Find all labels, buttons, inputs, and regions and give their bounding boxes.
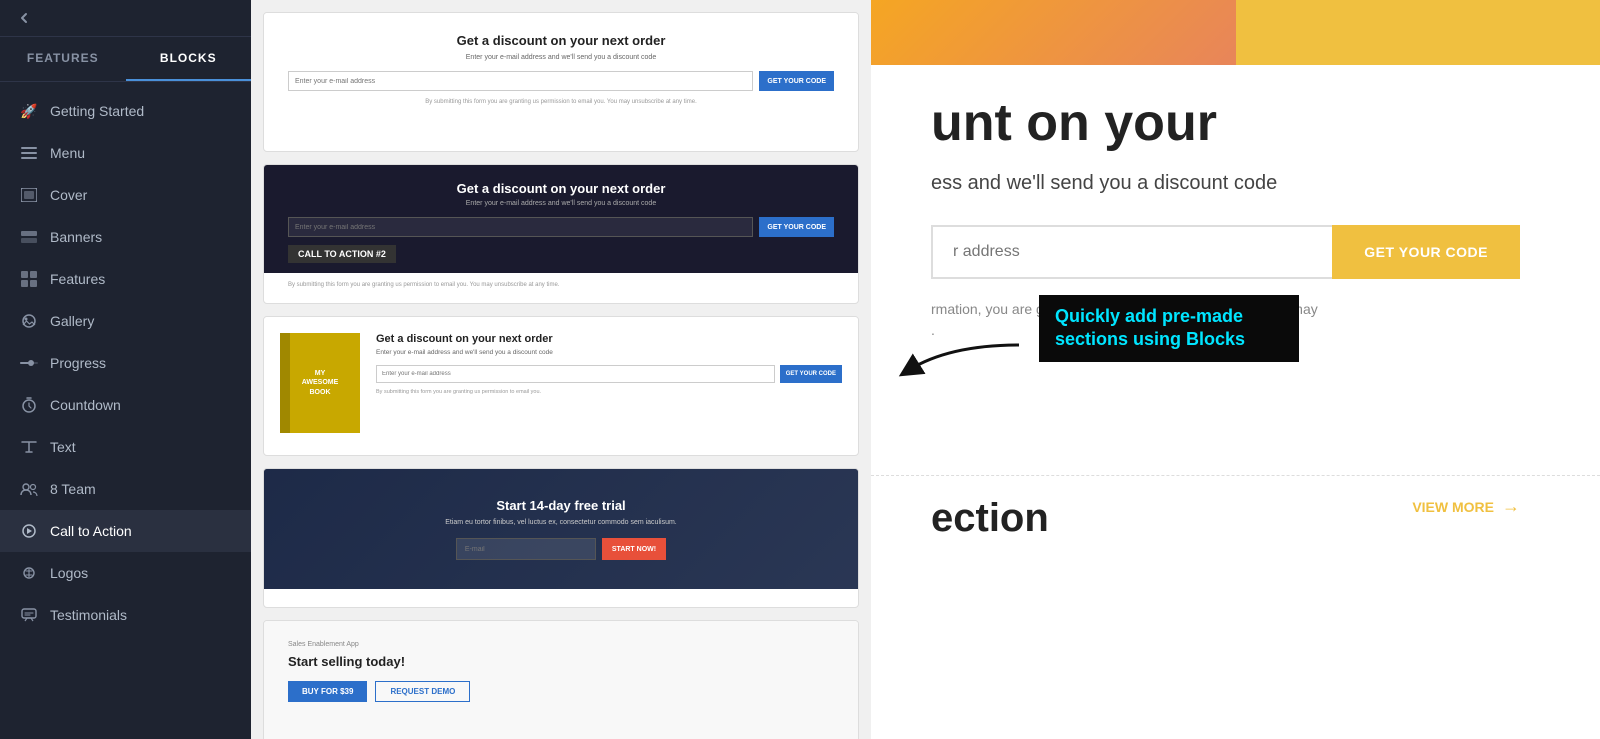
block-3-fine-print: By submitting this form you are granting… [376, 389, 842, 396]
top-strip [871, 0, 1600, 65]
block-card-2[interactable]: Get a discount on your next order Enter … [263, 164, 859, 304]
block-5-buy-button[interactable]: BUY FOR $39 [288, 681, 367, 702]
block-1-input[interactable] [288, 71, 753, 91]
logos-icon [20, 564, 38, 582]
sidebar-item-banners[interactable]: Banners [0, 216, 251, 258]
sidebar-item-call-to-action[interactable]: Call to Action [0, 510, 251, 552]
block-2-title: Get a discount on your next order [288, 181, 834, 196]
block-1-button[interactable]: GET YOUR CODE [759, 71, 834, 91]
tab-features[interactable]: FEATURES [0, 37, 126, 81]
banners-icon [20, 228, 38, 246]
back-icon [16, 10, 32, 26]
progress-icon [20, 354, 38, 372]
tooltip-box: Quickly add pre-made sections using Bloc… [1039, 295, 1299, 362]
testimonials-icon [20, 606, 38, 624]
gallery-icon [20, 312, 38, 330]
arrow-right-icon: → [1502, 496, 1520, 517]
text-icon [20, 438, 38, 456]
features-icon [20, 270, 38, 288]
block-card-1[interactable]: Get a discount on your next order Enter … [263, 12, 859, 152]
sidebar-tabs: FEATURES BLOCKS [0, 37, 251, 82]
sidebar-item-testimonials[interactable]: Testimonials [0, 594, 251, 636]
book-line2: AWESOME [302, 378, 339, 387]
sidebar-item-menu[interactable]: Menu [0, 132, 251, 174]
block-3-subtitle: Enter your e-mail address and we'll send… [376, 349, 842, 357]
block-5-tag: Sales Enablement App [288, 641, 834, 648]
block-2-subtitle: Enter your e-mail address and we'll send… [288, 200, 834, 207]
sidebar-item-gallery[interactable]: Gallery [0, 300, 251, 342]
book-line3: BOOK [302, 388, 339, 397]
cta-input-row: GET YOUR CODE [931, 225, 1520, 279]
block-1-subtitle: Enter your e-mail address and we'll send… [288, 54, 834, 61]
rocket-icon: 🚀 [20, 102, 38, 120]
cover-icon [20, 186, 38, 204]
block-3-button[interactable]: GET YOUR CODE [780, 365, 842, 383]
countdown-icon [20, 396, 38, 414]
cta-section: unt on your ess and we'll send you a dis… [871, 65, 1600, 465]
tab-blocks[interactable]: BLOCKS [126, 37, 252, 81]
block-card-3[interactable]: MY AWESOME BOOK Get a discount on your n… [263, 316, 859, 456]
sidebar-nav: 🚀 Getting Started Menu Cover [0, 82, 251, 739]
bottom-section: ection VIEW MORE → [871, 475, 1600, 561]
block-2-fine-print: By submitting this form you are granting… [288, 281, 834, 289]
block-4-subtitle: Etiam eu tortor finibus, vel luctus ex, … [445, 519, 676, 526]
block-card-4[interactable]: Start 14-day free trial Etiam eu tortor … [263, 468, 859, 608]
cta-big-title: unt on your [931, 95, 1520, 152]
sidebar-item-countdown[interactable]: Countdown [0, 384, 251, 426]
book-line1: MY [302, 369, 339, 378]
block-3-book: MY AWESOME BOOK [280, 333, 360, 433]
block-3-title: Get a discount on your next order [376, 333, 842, 345]
back-button[interactable] [0, 0, 251, 37]
sidebar-item-logos[interactable]: Logos [0, 552, 251, 594]
sidebar-item-cover[interactable]: Cover [0, 174, 251, 216]
cta-email-input[interactable] [931, 225, 1332, 279]
main-content: unt on your ess and we'll send you a dis… [871, 0, 1600, 739]
bottom-title: ection [931, 496, 1049, 541]
tooltip-overlay: Quickly add pre-made sections using Bloc… [1039, 295, 1299, 362]
sidebar-item-team[interactable]: 8 Team [0, 468, 251, 510]
sidebar-item-features[interactable]: Features [0, 258, 251, 300]
top-strip-yellow [1236, 0, 1600, 65]
sidebar-item-progress[interactable]: Progress [0, 342, 251, 384]
cta-description: ess and we'll send you a discount code [931, 172, 1520, 195]
tooltip-text: Quickly add pre-made sections using Bloc… [1055, 305, 1283, 352]
block-5-demo-button[interactable]: REQUEST DEMO [375, 681, 470, 702]
sidebar-item-text[interactable]: Text [0, 426, 251, 468]
arrow-graphic [871, 325, 1029, 385]
block-card-5[interactable]: Sales Enablement App Start selling today… [263, 620, 859, 739]
top-strip-orange [871, 0, 1236, 65]
block-2-label: CALL TO ACTION #2 [288, 245, 396, 263]
sidebar: FEATURES BLOCKS 🚀 Getting Started Menu [0, 0, 251, 739]
sidebar-item-getting-started[interactable]: 🚀 Getting Started [0, 90, 251, 132]
team-icon [20, 480, 38, 498]
block-5-title: Start selling today! [288, 654, 834, 669]
block-4-title: Start 14-day free trial [496, 498, 625, 513]
block-4-input[interactable] [456, 538, 596, 560]
block-2-input[interactable] [288, 217, 753, 237]
menu-icon [20, 144, 38, 162]
blocks-panel: Get a discount on your next order Enter … [251, 0, 871, 739]
block-1-title: Get a discount on your next order [288, 33, 834, 48]
block-1-fine-print: By submitting this form you are granting… [288, 99, 834, 107]
cta-get-code-button[interactable]: GET YOUR CODE [1332, 225, 1520, 279]
block-3-input[interactable] [376, 365, 775, 383]
block-2-button[interactable]: GET YOUR CODE [759, 217, 834, 237]
cta-icon [20, 522, 38, 540]
view-more-link[interactable]: VIEW MORE → [1412, 496, 1520, 517]
block-4-button[interactable]: START NOW! [602, 538, 666, 560]
